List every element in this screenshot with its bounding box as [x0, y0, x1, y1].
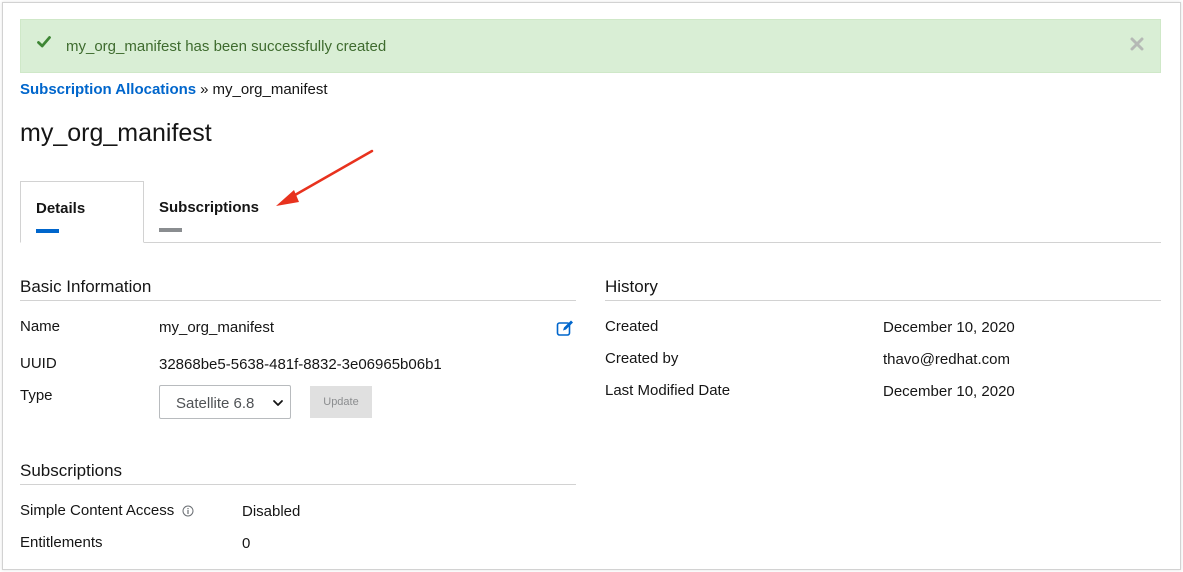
uuid-label: UUID: [20, 355, 57, 372]
simple-content-access-text: Simple Content Access: [20, 502, 175, 519]
breadcrumb: Subscription Allocations» my_org_manifest: [20, 81, 328, 98]
name-label: Name: [20, 318, 61, 335]
chevron-down-icon: [273, 400, 283, 406]
update-button[interactable]: Update: [310, 386, 372, 418]
success-alert: my_org_manifest has been successfully cr…: [20, 19, 1161, 73]
tab-subscriptions-label: Subscriptions: [159, 199, 260, 216]
breadcrumb-link-subscription-allocations[interactable]: Subscription Allocations: [20, 81, 196, 98]
page-title: my_org_manifest: [20, 119, 212, 147]
type-label: Type: [20, 387, 53, 404]
subscriptions-divider: [20, 484, 576, 485]
type-select[interactable]: Satellite 6.8: [159, 385, 291, 419]
tab-inactive-indicator: [159, 228, 182, 232]
entitlements-value: 0: [242, 535, 251, 552]
created-label: Created: [605, 318, 659, 335]
type-select-value: Satellite 6.8: [176, 395, 255, 412]
breadcrumb-separator: »: [200, 81, 209, 98]
tab-active-indicator: [36, 229, 59, 233]
tab-details-label: Details: [36, 200, 86, 217]
last-modified-value: December 10, 2020: [883, 383, 1015, 400]
last-modified-label: Last Modified Date: [605, 382, 731, 399]
uuid-value: 32868be5-5638-481f-8832-3e06965b06b1: [159, 356, 442, 373]
created-by-label: Created by: [605, 350, 679, 367]
history-heading: History: [605, 277, 658, 296]
simple-content-access-label: Simple Content Access: [20, 502, 194, 519]
check-icon: [37, 36, 51, 48]
breadcrumb-current: my_org_manifest: [212, 81, 328, 98]
annotation-arrow: [276, 149, 374, 206]
entitlements-label: Entitlements: [20, 534, 103, 551]
tab-details[interactable]: Details: [20, 181, 144, 243]
created-by-value: thavo@redhat.com: [883, 351, 1010, 368]
simple-content-access-value: Disabled: [242, 503, 301, 520]
alert-message: my_org_manifest has been successfully cr…: [66, 38, 387, 55]
history-divider: [605, 300, 1161, 301]
basic-information-heading: Basic Information: [20, 277, 152, 296]
basic-information-divider: [20, 300, 576, 301]
info-icon[interactable]: [182, 505, 194, 517]
subscriptions-heading: Subscriptions: [20, 461, 123, 480]
close-icon[interactable]: [1129, 36, 1145, 52]
tab-subscriptions[interactable]: Subscriptions: [144, 181, 284, 243]
name-value: my_org_manifest: [159, 319, 275, 336]
created-value: December 10, 2020: [883, 319, 1015, 336]
edit-icon[interactable]: [556, 319, 574, 337]
